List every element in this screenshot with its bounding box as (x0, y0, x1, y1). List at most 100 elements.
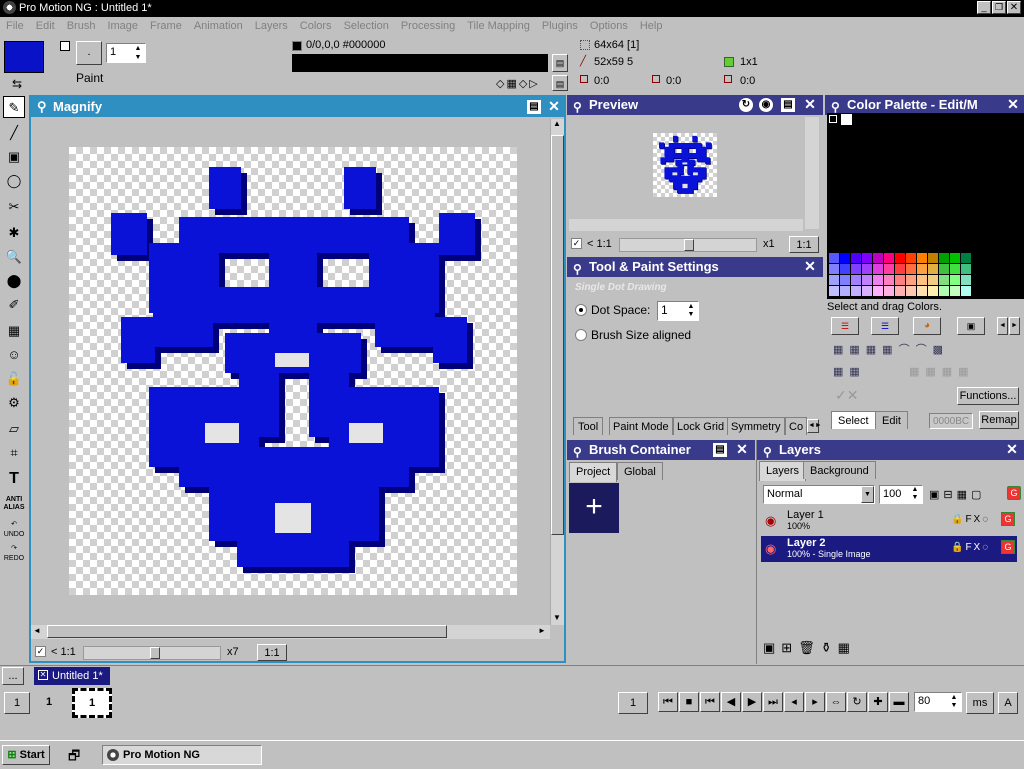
stop-icon[interactable]: ■ (679, 692, 699, 712)
tab-lock-grid[interactable]: Lock Grid (673, 417, 729, 435)
tabs-scroll-icon[interactable]: ◄► (807, 419, 822, 433)
layer-color-icon[interactable]: G (1001, 540, 1015, 554)
tab-background[interactable]: Background (803, 461, 876, 479)
magnify-hscroll-thumb[interactable] (47, 625, 447, 638)
blend-mode-select[interactable]: Normal (763, 485, 875, 504)
pin-icon[interactable]: ⚲ (573, 97, 582, 117)
quick-launch-icon[interactable]: 🗗 (68, 747, 80, 769)
palette-ramp[interactable] (829, 253, 1024, 297)
palette-swatch[interactable] (939, 264, 949, 274)
ping-pong-icon[interactable]: ⇔ (826, 692, 846, 712)
panel-menu-icon[interactable]: ▤ (713, 443, 727, 457)
menu-item-animation[interactable]: Animation (188, 17, 249, 35)
preview-zoom-slider-thumb[interactable] (684, 239, 694, 251)
remap-button[interactable]: Remap (979, 411, 1019, 429)
start-button[interactable]: ⊞ Start (2, 745, 50, 765)
palette-swatch[interactable] (895, 286, 905, 296)
palette-swatch[interactable] (939, 275, 949, 285)
layer-row[interactable]: ◉ Layer 1 100% 🔒FX◌ G (761, 508, 1017, 534)
brush-grab-tool-icon[interactable]: ✂ (3, 196, 25, 218)
rectangle-tool-icon[interactable]: ▣ (3, 146, 25, 168)
tab-edit[interactable]: Edit (875, 411, 908, 429)
color-palette-close-icon[interactable]: ✕ (1006, 97, 1020, 111)
tab-co[interactable]: Co (785, 417, 807, 435)
palette-hex-field[interactable]: 0000BC (929, 413, 973, 429)
pin-icon[interactable]: ⚲ (763, 442, 772, 462)
palette-swatch[interactable] (906, 253, 916, 263)
palette-swatch[interactable] (851, 253, 861, 263)
palette-swatch[interactable] (961, 253, 971, 263)
more-documents-button[interactable]: ... (2, 667, 24, 685)
magnify-close-icon[interactable]: ✕ (547, 99, 561, 113)
color-tools-icons[interactable]: ◇▦◇▷ (496, 77, 540, 90)
color-bar-menu-button[interactable]: ▤ (552, 54, 568, 72)
menu-item-file[interactable]: File (0, 17, 30, 35)
palette-picker-icon[interactable]: ◕ (913, 317, 941, 335)
frame-thumbnail[interactable]: 1 (72, 688, 112, 718)
palette-swatch[interactable] (928, 275, 938, 285)
preview-one-to-one-button[interactable]: 1:1 (789, 236, 819, 253)
palette-monitor-icon[interactable]: ▣ (957, 317, 985, 335)
pipette-tool-icon[interactable]: ✐ (3, 294, 25, 316)
palette-bars-icon[interactable]: ☰ (831, 317, 859, 335)
palette-swatch[interactable] (950, 264, 960, 274)
ellipse-tool-icon[interactable]: ◯ (3, 170, 25, 192)
palette-swatch[interactable] (950, 286, 960, 296)
first-frame-field[interactable]: 1 (4, 692, 30, 714)
new-layer-icon[interactable]: ▣ (763, 640, 781, 655)
crop-tool-icon[interactable]: ⌗ (3, 442, 25, 464)
preview-sync-checkbox[interactable]: ✓ (571, 238, 582, 249)
magnify-vscroll-thumb[interactable] (551, 135, 564, 535)
palette-swatch[interactable] (840, 253, 850, 263)
reset-colors-icon[interactable] (60, 41, 70, 51)
palette-swatch[interactable] (884, 286, 894, 296)
eraser-tool-icon[interactable]: ▱ (3, 418, 25, 440)
menu-item-edit[interactable]: Edit (30, 17, 61, 35)
first-frame-icon[interactable]: ⏮ (700, 692, 720, 712)
menu-item-image[interactable]: Image (101, 17, 144, 35)
functions-button[interactable]: Functions... (957, 387, 1019, 405)
delay-unit-button[interactable]: ms (966, 692, 994, 714)
line-tool-icon[interactable]: ╱ (3, 122, 25, 144)
brush-aligned-radio[interactable] (575, 329, 587, 341)
frame-delay-spinner[interactable]: ▲ ▼ (948, 694, 960, 710)
palette-swatch[interactable] (851, 264, 861, 274)
stencil-tool-icon[interactable]: ☺ (3, 344, 25, 366)
merge-layer-icon[interactable]: ⚱ (821, 640, 838, 655)
palette-tools-row1[interactable]: ▦▦▦▦⌒⌒▩ (833, 341, 949, 357)
menu-item-processing[interactable]: Processing (395, 17, 461, 35)
magnify-sync-checkbox[interactable]: ✓ (35, 646, 46, 657)
play-icon[interactable]: ▶ (742, 692, 762, 712)
palette-swatch[interactable] (961, 275, 971, 285)
loop-icon[interactable]: ↻ (847, 692, 867, 712)
frame-count-field[interactable]: 1 (618, 692, 648, 714)
palette-swatch[interactable] (873, 253, 883, 263)
menu-item-help[interactable]: Help (634, 17, 669, 35)
palette-swatch[interactable] (928, 264, 938, 274)
palette-swatch[interactable] (950, 253, 960, 263)
pin-icon[interactable]: ⚲ (37, 97, 47, 117)
step-forward-icon[interactable]: ▸ (805, 692, 825, 712)
blend-mode-dropdown-icon[interactable]: ▼ (861, 486, 874, 503)
prev-frame-icon[interactable]: ◀ (721, 692, 741, 712)
layer-flags-icons[interactable]: 🔒FX◌ (951, 514, 990, 525)
last-frame-icon[interactable]: ⏭ (763, 692, 783, 712)
antialias-tool-icon[interactable]: ANTI ALIAS (3, 496, 25, 518)
layer-flags-icons[interactable]: 🔒FX◌ (951, 542, 990, 553)
magnify-zoom-slider[interactable] (83, 646, 221, 660)
palette-swatch[interactable] (884, 275, 894, 285)
scroll-up-icon[interactable]: ▲ (553, 119, 561, 128)
add-layer-icon[interactable]: ⊞ (781, 640, 798, 655)
palette-tools-row2[interactable]: ▦▦ (833, 365, 866, 378)
fill-tool-icon[interactable]: ⬤ (3, 270, 25, 292)
gradient-icon[interactable]: ▤ (552, 75, 568, 91)
swap-colors-icon[interactable]: ⇆ (12, 77, 22, 91)
tool-settings-close-icon[interactable]: ✕ (803, 259, 817, 273)
tab-layers[interactable]: Layers (759, 461, 807, 481)
tab-global[interactable]: Global (617, 462, 663, 480)
palette-swatch[interactable] (862, 286, 872, 296)
palette-swatch[interactable] (851, 275, 861, 285)
dot-space-spinner[interactable]: ▲ ▼ (685, 303, 697, 319)
magnify-tool-icon[interactable]: 🔍 (3, 246, 25, 268)
palette-swatch[interactable] (895, 253, 905, 263)
